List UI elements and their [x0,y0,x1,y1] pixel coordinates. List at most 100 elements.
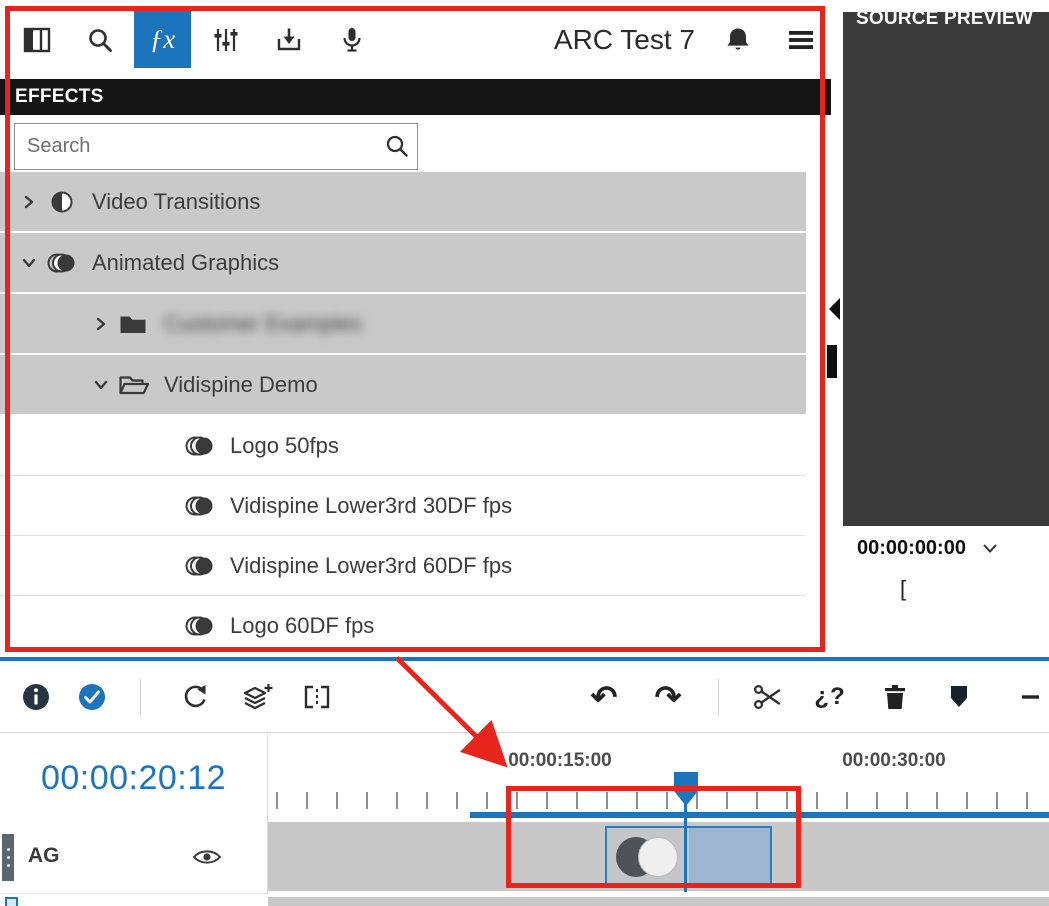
eye-icon [192,846,222,868]
add-marker-button[interactable] [939,677,979,717]
delete-button[interactable] [875,677,915,717]
toolbar-divider [140,679,141,715]
tree-item-label: Animated Graphics [92,250,279,276]
marker-icon [945,683,973,711]
voiceover-button[interactable] [323,11,380,68]
slip-tool-button[interactable]: ¿? [810,677,850,717]
tree-item-label: Vidispine Lower3rd 30DF fps [230,493,512,519]
next-track-row [0,894,1049,906]
tree-item-logo-60df[interactable]: Logo 60DF fps [0,596,806,655]
undo-button[interactable]: ↶ [584,677,624,717]
scrollbar-thumb[interactable] [827,345,837,378]
timeline-toolbar: ↶ ↷ ¿? [0,661,1049,733]
match-frame-button[interactable] [297,677,337,717]
export-media-button[interactable] [260,11,317,68]
adjust-sliders-button[interactable] [197,11,254,68]
top-toolbar: ƒx [0,0,843,79]
chevron-down-icon[interactable] [84,376,118,394]
effects-panel-header: EFFECTS [0,79,831,115]
search-submit-button[interactable] [384,133,410,164]
tree-item-logo-50fps[interactable]: Logo 50fps [0,416,806,476]
bell-icon [725,26,751,54]
reset-button[interactable] [176,677,216,717]
track-visibility-button[interactable] [192,846,222,868]
tree-item-animated-graphics[interactable]: Animated Graphics [0,233,806,292]
notifications-button[interactable] [709,11,766,68]
tree-item-customer-examples[interactable]: Customer Examples [0,294,806,353]
folder-closed-icon [118,312,164,336]
scissors-icon [753,683,783,711]
add-layer-button[interactable] [237,677,277,717]
export-media-icon [275,26,303,54]
next-track-lane [268,897,1049,906]
undo-icon: ↶ [591,681,618,713]
tree-item-label: Customer Examples [164,311,362,337]
source-preview-panel: SOURCE PREVIEW 00:00:00:00 [ [843,0,1049,657]
search-button[interactable] [71,11,128,68]
main-menu-button[interactable] [772,11,829,68]
project-title: ARC Test 7 [554,24,695,56]
ruler-label: 00:00:30:00 [842,750,946,772]
source-preview-title: SOURCE PREVIEW [856,8,1033,30]
folder-open-icon [118,373,164,397]
effects-search-input[interactable] [14,123,418,170]
confirm-button[interactable] [72,677,112,717]
info-icon [21,682,51,712]
ruler-ticks [276,792,1049,809]
animated-graphic-icon [184,613,230,639]
mark-in-indicator: [ [900,576,906,602]
playhead-line [684,804,687,892]
redo-button[interactable]: ↷ [648,677,688,717]
tree-item-video-transitions[interactable]: Video Transitions [0,172,806,231]
clip-body-segment [689,828,770,886]
timeline-clip[interactable] [605,826,772,888]
timeline-header: 00:00:20:12 00:00:15:00 00:00:30:00 [0,734,1049,822]
slip-tool-icon: ¿? [814,685,845,709]
zoom-out-button[interactable] [1011,677,1049,717]
track-row-ag: AG [0,822,1049,894]
source-timecode-dropdown[interactable]: 00:00:00:00 [843,528,1049,568]
info-button[interactable] [16,677,56,717]
toolbar-divider [718,679,719,715]
track-name: AG [28,844,60,868]
collapse-left-arrow-icon [829,297,841,321]
source-preview-screen [843,12,1049,526]
layers-plus-icon [241,682,273,712]
hamburger-menu-icon [787,28,815,52]
ruler-duration-bar [470,812,1049,818]
animated-graphic-icon [184,553,230,579]
chevron-right-icon[interactable] [84,315,118,333]
chevron-down-icon [982,542,998,554]
panels-button[interactable] [8,11,65,68]
search-icon [87,27,113,53]
tree-item-label: Logo 60DF fps [230,613,374,639]
chevron-down-icon[interactable] [12,254,46,272]
effects-search [14,123,418,170]
tree-item-lower3rd-60df[interactable]: Vidispine Lower3rd 60DF fps [0,536,806,596]
timeline-ruler[interactable]: 00:00:15:00 00:00:30:00 [268,734,1049,822]
animated-graphic-icon [46,250,92,276]
panel-collapse-button[interactable] [829,297,841,326]
tree-item-lower3rd-30df[interactable]: Vidispine Lower3rd 30DF fps [0,476,806,536]
clip-effect-segment [607,828,689,886]
effects-fx-button[interactable]: ƒx [134,11,191,68]
cut-button[interactable] [748,677,788,717]
track-drag-handle[interactable] [2,834,14,881]
chevron-right-icon[interactable] [12,193,46,211]
tree-item-vidispine-demo[interactable]: Vidispine Demo [0,355,806,414]
animated-graphic-icon [184,433,230,459]
track-color-tab[interactable] [5,897,18,906]
rotate-icon [181,682,211,712]
track-lane [268,822,1049,891]
redo-icon: ↷ [655,681,682,713]
tree-item-label: Vidispine Lower3rd 60DF fps [230,553,512,579]
animated-graphic-icon [184,493,230,519]
app-window: ƒx [0,0,1049,906]
check-circle-icon [77,682,107,712]
playhead-icon [672,770,700,808]
playhead-handle[interactable] [672,770,700,813]
tree-item-label: Logo 50fps [230,433,339,459]
search-icon [384,133,410,159]
trash-icon [882,683,908,711]
tree-item-label: Video Transitions [92,189,260,215]
